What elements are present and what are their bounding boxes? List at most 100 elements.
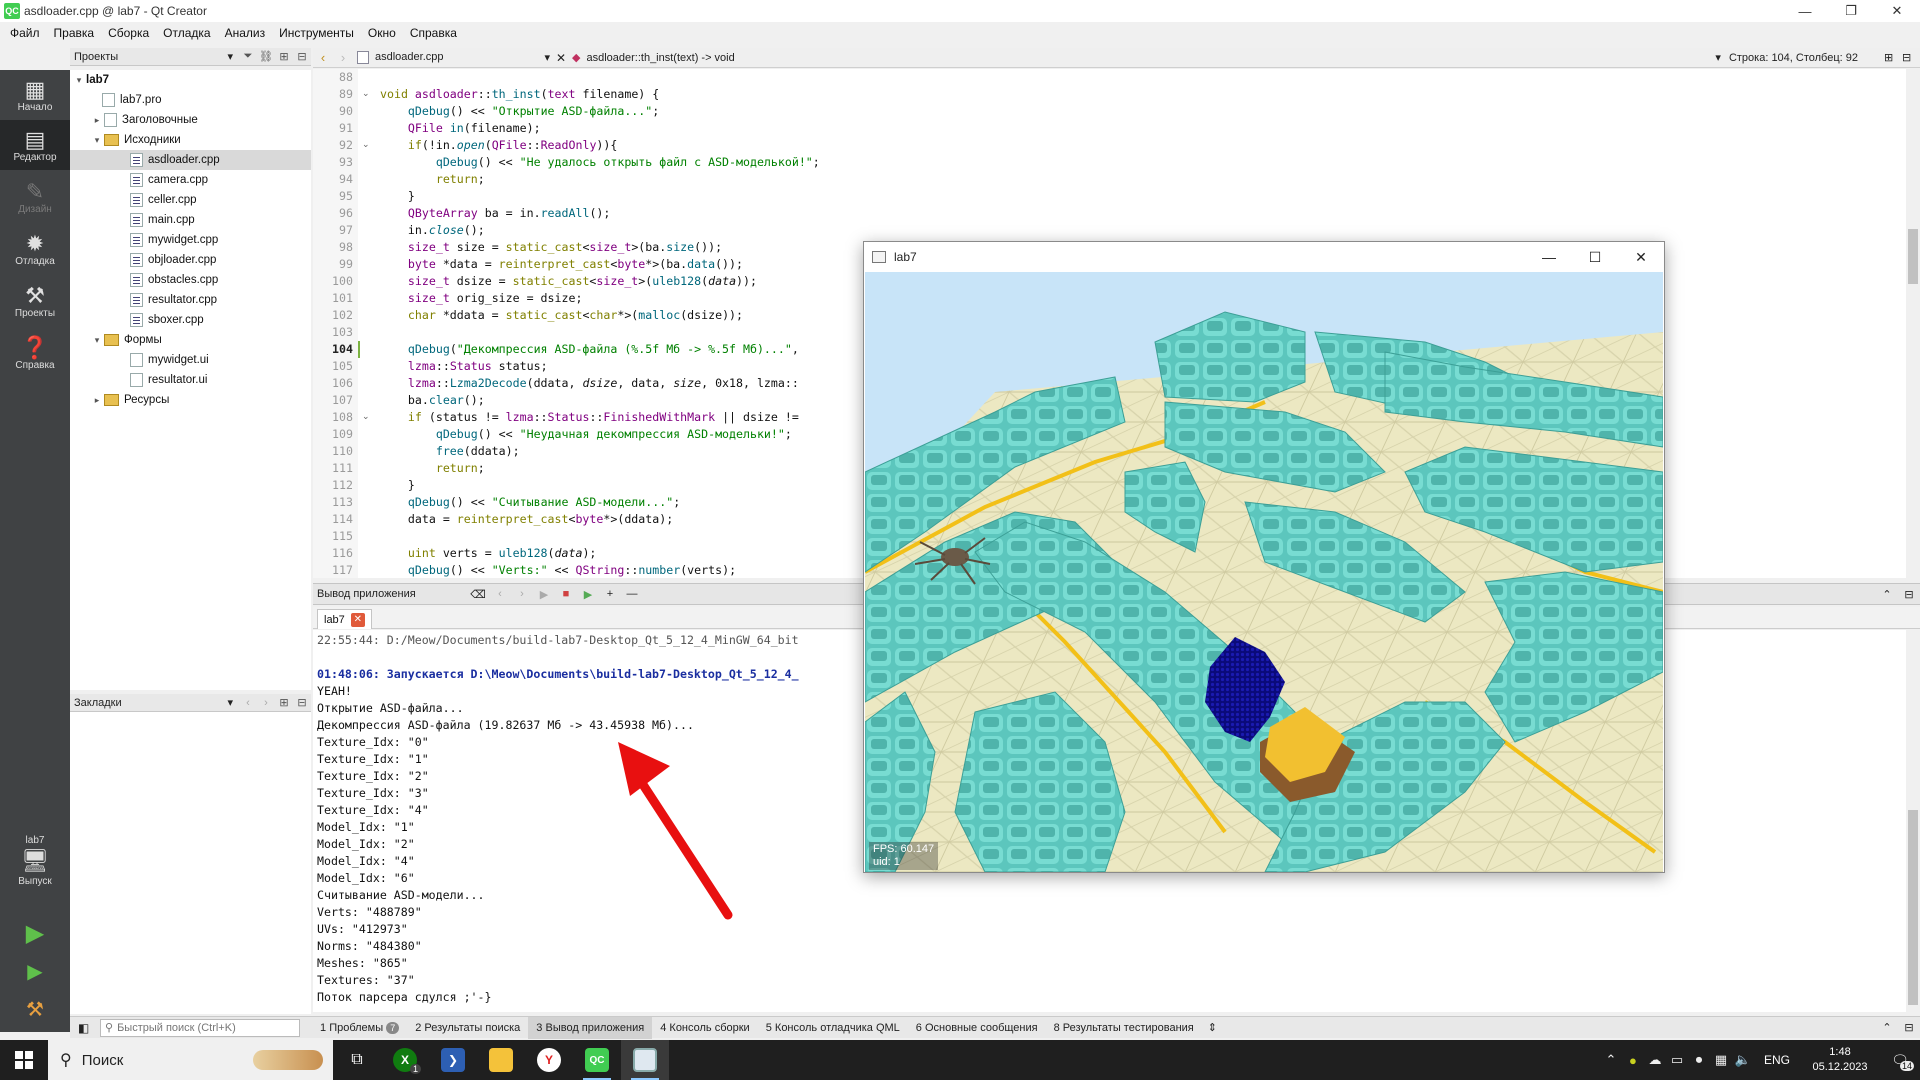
kit-selector[interactable]: lab7 🖥 Выпуск — [0, 835, 70, 887]
cloud-icon[interactable]: ☁ — [1644, 1052, 1666, 1068]
taskbar-xbox[interactable]: X 1 — [381, 1040, 429, 1080]
close-pane-icon[interactable]: ⊟ — [293, 50, 311, 63]
arrow-left-icon[interactable]: ‹ — [239, 697, 257, 709]
taskbar-lab7[interactable] — [621, 1040, 669, 1080]
tree-item-pro[interactable]: lab7.pro — [102, 90, 162, 110]
output-vertical-scrollbar[interactable] — [1906, 630, 1920, 1012]
tree-item-file[interactable]: main.cpp — [130, 210, 195, 230]
close-tab-icon[interactable]: ✕ — [350, 612, 365, 627]
pane-tab-general-messages[interactable]: 6 Основные сообщения — [908, 1017, 1046, 1039]
close-pane-icon[interactable]: ⊟ — [1898, 588, 1920, 601]
previous-item-icon[interactable]: ‹ — [489, 588, 511, 600]
taskbar-explorer[interactable] — [477, 1040, 525, 1080]
network-icon[interactable]: ▦ — [1710, 1052, 1732, 1068]
clear-output-icon[interactable]: ⌫ — [467, 588, 489, 601]
maximize-button[interactable]: ❐ — [1828, 0, 1874, 22]
split-icon[interactable]: ⊞ — [275, 50, 293, 63]
minimize-button[interactable]: — — [1782, 0, 1828, 22]
pane-tab-search-results[interactable]: 2 Результаты поиска — [407, 1017, 528, 1039]
maximize-pane-icon[interactable]: ⌃ — [1876, 1021, 1898, 1034]
editor-vertical-scrollbar[interactable] — [1906, 69, 1920, 578]
next-item-icon[interactable]: › — [511, 588, 533, 600]
clock[interactable]: 1:48 05.12.2023 — [1800, 1045, 1880, 1075]
tree-item-file[interactable]: sboxer.cpp — [130, 310, 204, 330]
chevron-down-icon[interactable]: ▾ — [1715, 51, 1721, 64]
link-icon[interactable]: ⛓ — [257, 50, 275, 63]
close-pane-icon[interactable]: ⊟ — [1898, 1021, 1920, 1034]
pane-tab-compile-output[interactable]: 4 Консоль сборки — [652, 1017, 758, 1039]
close-button[interactable]: ✕ — [1874, 0, 1920, 22]
taskbar-qt-creator[interactable]: QC — [573, 1040, 621, 1080]
maximize-pane-icon[interactable]: ⌃ — [1876, 588, 1898, 601]
close-button[interactable]: ✕ — [1618, 242, 1664, 272]
minimize-button[interactable]: — — [1526, 242, 1572, 272]
display-icon[interactable]: ▭ — [1666, 1052, 1688, 1068]
chevron-up-icon[interactable]: ⌃ — [1600, 1052, 1622, 1068]
pane-tab-app-output[interactable]: 3 Вывод приложения — [528, 1016, 653, 1039]
symbol-selector[interactable]: ◆ asdloader::th_inst(text) -> void — [572, 51, 735, 65]
toggle-sidebar-icon[interactable]: ◧ — [78, 1021, 89, 1035]
tree-item-project[interactable]: ▾ lab7 — [72, 70, 109, 90]
arrow-right-icon[interactable]: › — [257, 697, 275, 709]
menu-debug[interactable]: Отладка — [156, 22, 217, 44]
pane-tab-test-results[interactable]: 8 Результаты тестирования — [1046, 1017, 1202, 1039]
zoom-out-icon[interactable]: — — [621, 588, 643, 600]
tree-item-file[interactable]: asdloader.cpp — [70, 150, 311, 170]
scrollbar-thumb[interactable] — [1908, 229, 1918, 284]
more-tabs-icon[interactable]: ⇕ — [1208, 1021, 1217, 1034]
menu-help[interactable]: Справка — [403, 22, 464, 44]
locator-search-input[interactable]: ⚲ Быстрый поиск (Ctrl+K) — [100, 1018, 300, 1037]
bookmarks-view-selector[interactable]: Закладки ▾ — [74, 696, 239, 710]
pane-tab-qml-debugger[interactable]: 5 Консоль отладчика QML — [758, 1017, 908, 1039]
tree-item-resources[interactable]: ▸ Ресурсы — [90, 390, 169, 410]
taskbar-yandex-browser[interactable]: Y — [525, 1040, 573, 1080]
close-split-icon[interactable]: ⊟ — [1902, 51, 1920, 64]
pane-tab-issues[interactable]: 1 Проблемы 7 — [312, 1017, 407, 1039]
fold-marker-icon[interactable]: ⌄ — [362, 88, 370, 99]
menu-tools[interactable]: Инструменты — [272, 22, 361, 44]
output-tab-lab7[interactable]: lab7 ✕ — [317, 609, 372, 629]
debug-run-button[interactable]: ▶ — [20, 956, 50, 986]
tree-item-file[interactable]: objloader.cpp — [130, 250, 216, 270]
lab7-app-window[interactable]: lab7 — ☐ ✕ FPS: 60.147 uid: 1 — [863, 241, 1665, 873]
tree-item-file[interactable]: celler.cpp — [130, 190, 197, 210]
back-arrow-icon[interactable]: ‹ — [313, 50, 333, 65]
green-status-icon[interactable]: ● — [1622, 1053, 1644, 1068]
filter-icon[interactable]: ⏷ — [239, 50, 257, 63]
mode-welcome[interactable]: ▦ Начало — [0, 70, 70, 120]
tree-item-file[interactable]: camera.cpp — [130, 170, 208, 190]
projects-view-selector[interactable]: Проекты ▾ — [74, 50, 239, 64]
fold-marker-icon[interactable]: ⌄ — [362, 411, 370, 422]
tree-item-file[interactable]: obstacles.cpp — [130, 270, 218, 290]
tree-item-forms[interactable]: ▾ Формы — [90, 330, 162, 350]
tree-item-sources[interactable]: ▾ Исходники — [90, 130, 181, 150]
tree-item-file[interactable]: resultator.ui — [130, 370, 207, 390]
taskbar-powershell[interactable]: ❯ — [429, 1040, 477, 1080]
mode-design[interactable]: ✎ Дизайн — [0, 172, 70, 222]
forward-arrow-icon[interactable]: › — [333, 50, 353, 65]
menu-window[interactable]: Окно — [361, 22, 403, 44]
fold-marker-icon[interactable]: ⌄ — [362, 139, 370, 150]
menu-build[interactable]: Сборка — [101, 22, 156, 44]
mode-edit[interactable]: ▤ Редактор — [0, 120, 70, 170]
tree-item-file[interactable]: mywidget.cpp — [130, 230, 218, 250]
scrollbar-thumb[interactable] — [1908, 810, 1918, 1005]
menu-analyze[interactable]: Анализ — [218, 22, 273, 44]
open-document-selector[interactable]: asdloader.cpp ▾ — [375, 51, 550, 64]
volume-icon[interactable]: 🔈 — [1732, 1052, 1754, 1068]
build-button[interactable]: ⚒ — [20, 994, 50, 1024]
rerun-icon[interactable]: ▶ — [533, 588, 555, 601]
notification-center-button[interactable]: 🗨 14 — [1880, 1052, 1920, 1071]
tree-item-file[interactable]: resultator.cpp — [130, 290, 217, 310]
mode-help[interactable]: ❓ Справка — [0, 328, 70, 378]
mode-projects[interactable]: ⚒ Проекты — [0, 276, 70, 326]
cursor-position[interactable]: Строка: 104, Столбец: 92 — [1729, 52, 1858, 64]
tree-item-file[interactable]: mywidget.ui — [130, 350, 209, 370]
camera-icon[interactable]: ⏺ — [1688, 1052, 1710, 1068]
task-view-button[interactable]: ⧉ — [333, 1040, 381, 1080]
taskbar-search-box[interactable]: ⚲ Поиск — [48, 1040, 333, 1080]
zoom-in-icon[interactable]: + — [599, 588, 621, 600]
split-icon[interactable]: ⊞ — [1884, 51, 1902, 64]
menu-edit[interactable]: Правка — [47, 22, 102, 44]
tree-item-headers[interactable]: ▸ Заголовочные — [90, 110, 198, 130]
